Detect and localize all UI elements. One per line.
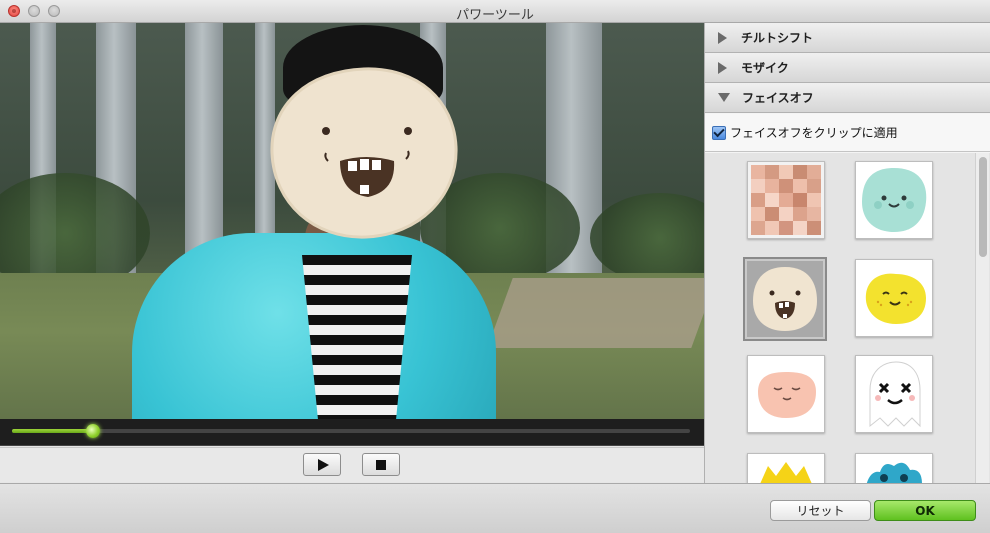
- thumb-yellow-spiky-face[interactable]: [747, 453, 825, 483]
- thumb-teal-blob-face[interactable]: [855, 161, 933, 239]
- window-title: パワーツール: [456, 8, 534, 23]
- yellow-spiky-face-icon: [760, 462, 812, 483]
- apply-face-off-checkbox[interactable]: [712, 125, 726, 140]
- face-off-thumbnail-grid: [705, 153, 990, 483]
- pink-face-icon: [758, 372, 816, 418]
- seek-track[interactable]: [12, 424, 690, 438]
- seek-handle[interactable]: [86, 424, 101, 438]
- cream-grin-face-icon: [753, 267, 817, 331]
- section-tilt-shift[interactable]: チルトシフト: [705, 23, 990, 53]
- effects-panel: チルトシフト モザイク フェイスオフ フェイスオフをクリップに適用: [704, 23, 990, 483]
- face-off-apply-row: フェイスオフをクリップに適用: [705, 114, 990, 152]
- face-off-cream-grin-overlay: [270, 67, 458, 239]
- person-striped-shirt: [302, 255, 412, 419]
- playback-controls: [0, 447, 704, 482]
- power-tools-window: パワーツール チルトシフト モザイク フェイスオフ フェイスオフをクリップに適用…: [0, 0, 990, 533]
- dialog-footer: リセット OK: [0, 483, 990, 533]
- background-foliage: [590, 193, 704, 283]
- stop-button[interactable]: [362, 453, 400, 476]
- play-icon: [317, 458, 329, 471]
- stop-icon: [376, 459, 386, 470]
- ok-button[interactable]: OK: [874, 500, 976, 521]
- thumbnail-scrollbar[interactable]: [975, 153, 989, 483]
- scrollbar-thumb[interactable]: [979, 157, 987, 257]
- thumb-blue-fluffy-face[interactable]: [855, 453, 933, 483]
- thumb-yellow-blob-face[interactable]: [855, 259, 933, 337]
- teal-face-icon: [862, 168, 927, 232]
- section-face-off[interactable]: フェイスオフ: [705, 83, 990, 113]
- video-preview: [0, 23, 704, 419]
- seek-progress-fill: [12, 429, 94, 433]
- title-bar: パワーツール: [0, 0, 990, 23]
- section-label: モザイク: [741, 61, 789, 75]
- play-button[interactable]: [303, 453, 341, 476]
- thumb-cream-grin-face[interactable]: [743, 257, 827, 341]
- apply-face-off-label[interactable]: フェイスオフをクリップに適用: [730, 124, 898, 141]
- section-mosaic[interactable]: モザイク: [705, 53, 990, 83]
- background-road: [487, 278, 704, 348]
- thumb-pink-sleepy-face[interactable]: [747, 355, 825, 433]
- playback-seekbar[interactable]: [0, 419, 704, 446]
- section-label: フェイスオフ: [742, 91, 814, 105]
- reset-button[interactable]: リセット: [770, 500, 871, 521]
- yellow-face-icon: [865, 273, 926, 324]
- thumb-mosaic[interactable]: [747, 161, 825, 239]
- blue-fluffy-face-icon: [866, 462, 922, 483]
- mosaic-icon: [748, 162, 824, 238]
- disclosure-down-icon: [718, 93, 730, 102]
- disclosure-right-icon: [718, 31, 727, 44]
- ghost-face-icon: [869, 361, 921, 428]
- section-label: チルトシフト: [741, 31, 814, 45]
- disclosure-right-icon: [718, 61, 727, 74]
- thumb-ghost-face[interactable]: [855, 355, 933, 433]
